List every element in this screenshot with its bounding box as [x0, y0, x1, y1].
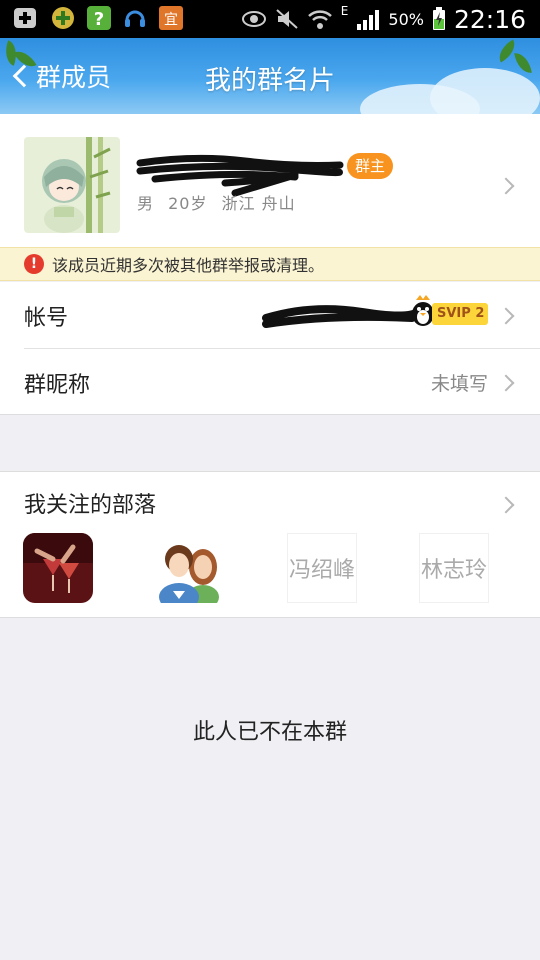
account-label: 帐号 — [24, 306, 69, 331]
yi-app-icon: 宜 — [159, 6, 183, 30]
warning-banner: ! 该成员近期多次被其他群举报或清理。 — [0, 247, 540, 281]
couple-image[interactable] — [155, 533, 225, 603]
battery-percent: 50% — [388, 9, 424, 29]
page-title: 我的群名片 — [204, 66, 335, 96]
gender-text: 男 — [137, 194, 155, 213]
clock: 22:16 — [453, 4, 526, 34]
plus-notification-icon — [14, 8, 36, 28]
svg-text:?: ? — [94, 9, 104, 30]
tribe-tile-feng-shaofeng[interactable]: 冯绍峰 — [287, 533, 357, 603]
owner-badge: 群主 — [347, 153, 394, 179]
tribe-tile-lin-zhiling[interactable]: 林志玲 — [419, 533, 489, 603]
chevron-right-icon — [497, 374, 515, 392]
followed-tribes-section[interactable]: 我关注的部落 冯绍峰 林志玲 — [0, 471, 540, 618]
network-type-label: E — [340, 4, 349, 18]
account-row[interactable]: 帐号 SVIP 2 — [0, 282, 540, 349]
battery-charging-icon — [432, 7, 445, 30]
redacted-account — [262, 305, 422, 328]
age-text: 20岁 — [168, 194, 208, 213]
mute-icon — [276, 9, 298, 29]
group-nickname-label: 群昵称 — [24, 373, 91, 398]
chevron-right-icon — [497, 177, 515, 195]
chevron-right-icon — [497, 496, 515, 514]
wifi-icon — [307, 10, 332, 29]
not-in-group-notice: 此人已不在本群 — [192, 720, 347, 745]
member-meta: 男 20岁 浙江 舟山 — [137, 190, 296, 214]
headset-icon — [125, 10, 145, 27]
location-text: 浙江 舟山 — [221, 194, 296, 213]
drinks-image[interactable] — [23, 533, 93, 603]
svip-badge: SVIP 2 — [432, 303, 488, 325]
alert-icon: ! — [24, 254, 44, 274]
eye-icon — [241, 11, 266, 27]
game-app-icon — [52, 7, 74, 29]
group-nickname-row[interactable]: 群昵称 未填写 — [0, 349, 540, 415]
profile-card[interactable]: 群主 男 20岁 浙江 舟山 — [0, 114, 540, 247]
status-bar: ? 宜 E 50% 22:16 — [0, 0, 540, 38]
help-app-icon: ? — [87, 6, 111, 30]
avatar — [24, 137, 120, 233]
info-rows: 帐号 SVIP 2 群昵称 未填写 — [0, 282, 540, 415]
tribe-title: 我关注的部落 — [24, 493, 157, 518]
svg-text:宜: 宜 — [164, 12, 178, 28]
nav-header: 群成员 我的群名片 — [0, 38, 540, 114]
warning-text: 该成员近期多次被其他群举报或清理。 — [52, 256, 325, 275]
group-nickname-value: 未填写 — [430, 373, 488, 395]
signal-icon — [357, 10, 380, 30]
chevron-right-icon — [497, 307, 515, 325]
